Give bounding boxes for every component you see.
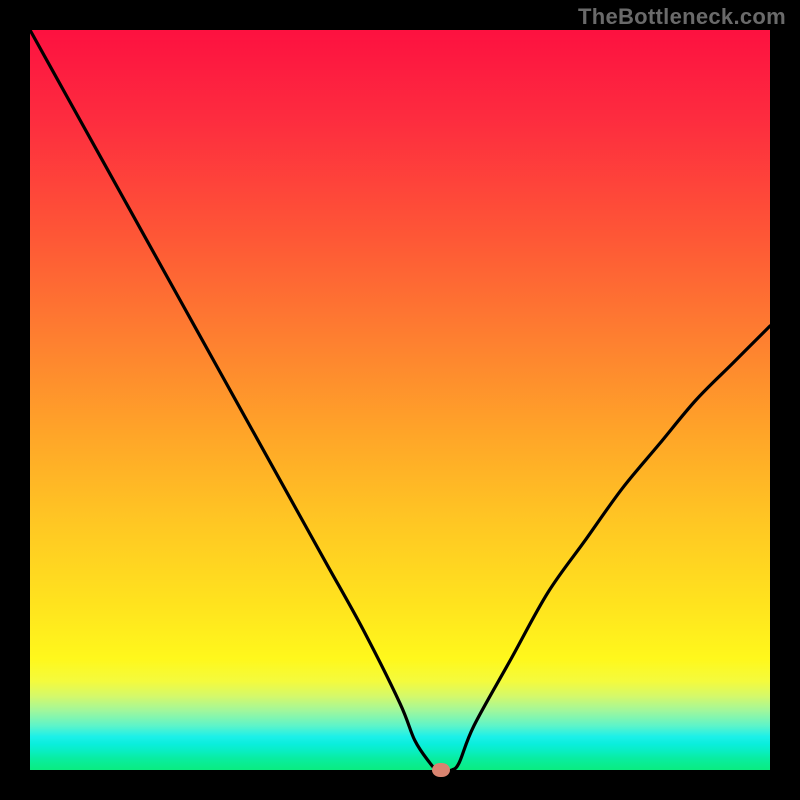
bottleneck-curve <box>30 30 770 770</box>
optimum-marker-icon <box>432 763 450 777</box>
watermark-text: TheBottleneck.com <box>578 4 786 30</box>
plot-area <box>30 30 770 770</box>
chart-frame: TheBottleneck.com <box>0 0 800 800</box>
